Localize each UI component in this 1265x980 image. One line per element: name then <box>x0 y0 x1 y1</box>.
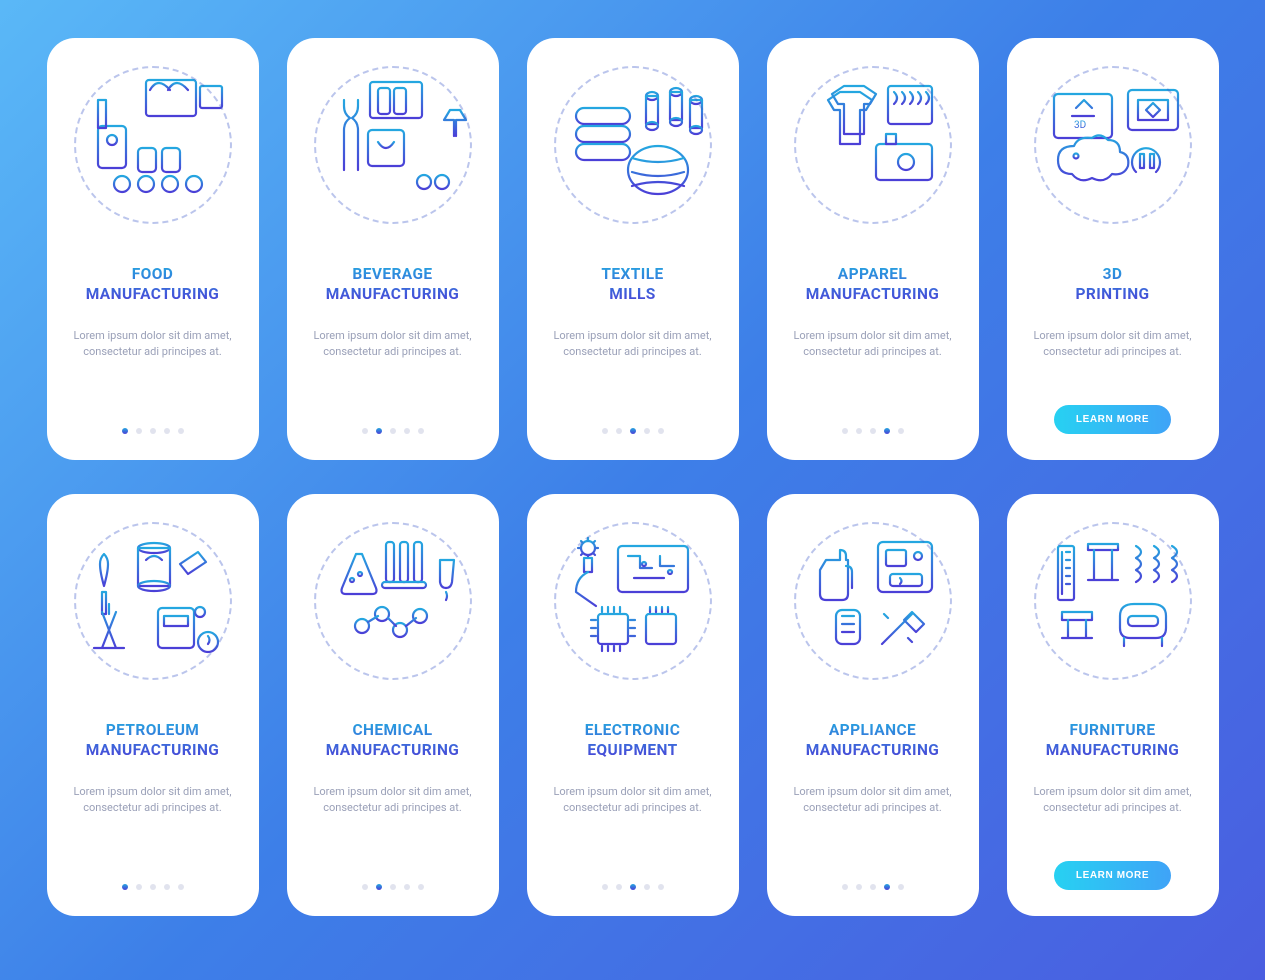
card-printing: 3D PRINTING Lorem ipsum dolor sit dim ame… <box>1007 38 1219 460</box>
card-body: Lorem ipsum dolor sit dim amet, consecte… <box>68 328 238 360</box>
progress-dots <box>122 866 184 890</box>
dot[interactable] <box>658 428 664 434</box>
card-food: FOOD MANUFACTURING Lorem ipsum dolor sit … <box>47 38 259 460</box>
card-title: APPLIANCE MANUFACTURING <box>806 720 940 760</box>
dot[interactable] <box>376 884 382 890</box>
learn-more-button[interactable]: LEARN MORE <box>1054 861 1171 890</box>
dot[interactable] <box>842 428 848 434</box>
dot[interactable] <box>842 884 848 890</box>
dot[interactable] <box>122 428 128 434</box>
dot[interactable] <box>616 884 622 890</box>
dot[interactable] <box>150 884 156 890</box>
dot[interactable] <box>870 428 876 434</box>
card-apparel: APPAREL MANUFACTURING Lorem ipsum dolor s… <box>767 38 979 460</box>
dot[interactable] <box>136 428 142 434</box>
dot[interactable] <box>898 428 904 434</box>
dot[interactable] <box>164 428 170 434</box>
progress-dots <box>122 410 184 434</box>
progress-dots <box>602 866 664 890</box>
card-title: ELECTRONIC EQUIPMENT <box>585 720 681 760</box>
card-petroleum: PETROLEUM MANUFACTURING Lorem ipsum dolor… <box>47 494 259 916</box>
card-title: APPAREL MANUFACTURING <box>806 264 940 304</box>
textile-icon <box>548 60 718 230</box>
progress-dots <box>362 410 424 434</box>
dot[interactable] <box>898 884 904 890</box>
card-body: Lorem ipsum dolor sit dim amet, consecte… <box>788 784 958 816</box>
dot[interactable] <box>630 884 636 890</box>
dot[interactable] <box>136 884 142 890</box>
card-body: Lorem ipsum dolor sit dim amet, consecte… <box>308 328 478 360</box>
electronic-icon <box>548 516 718 686</box>
dot[interactable] <box>178 884 184 890</box>
progress-dots <box>362 866 424 890</box>
card-body: Lorem ipsum dolor sit dim amet, consecte… <box>68 784 238 816</box>
dot[interactable] <box>362 428 368 434</box>
card-title: FURNITURE MANUFACTURING <box>1046 720 1180 760</box>
dot[interactable] <box>856 428 862 434</box>
card-body: Lorem ipsum dolor sit dim amet, consecte… <box>548 328 718 360</box>
card-body: Lorem ipsum dolor sit dim amet, consecte… <box>308 784 478 816</box>
furniture-icon <box>1028 516 1198 686</box>
dot[interactable] <box>164 884 170 890</box>
card-beverage: BEVERAGE MANUFACTURING Lorem ipsum dolor … <box>287 38 499 460</box>
beverage-icon <box>308 60 478 230</box>
petroleum-icon <box>68 516 238 686</box>
card-title: BEVERAGE MANUFACTURING <box>326 264 460 304</box>
card-title: PETROLEUM MANUFACTURING <box>86 720 220 760</box>
card-chemical: CHEMICAL MANUFACTURING Lorem ipsum dolor … <box>287 494 499 916</box>
card-body: Lorem ipsum dolor sit dim amet, consecte… <box>548 784 718 816</box>
dot[interactable] <box>658 884 664 890</box>
card-grid: FOOD MANUFACTURING Lorem ipsum dolor sit … <box>0 38 1265 916</box>
card-electronic: ELECTRONIC EQUIPMENT Lorem ipsum dolor si… <box>527 494 739 916</box>
card-textile: TEXTILE MILLS Lorem ipsum dolor sit dim a… <box>527 38 739 460</box>
apparel-icon <box>788 60 958 230</box>
card-body: Lorem ipsum dolor sit dim amet, consecte… <box>1028 784 1198 816</box>
learn-more-button[interactable]: LEARN MORE <box>1054 405 1171 434</box>
progress-dots <box>602 410 664 434</box>
card-body: Lorem ipsum dolor sit dim amet, consecte… <box>1028 328 1198 360</box>
dot[interactable] <box>856 884 862 890</box>
printing-icon <box>1028 60 1198 230</box>
card-title: 3D PRINTING <box>1075 264 1149 304</box>
dot[interactable] <box>884 428 890 434</box>
progress-dots <box>842 866 904 890</box>
dot[interactable] <box>404 428 410 434</box>
dot[interactable] <box>404 884 410 890</box>
card-title: FOOD MANUFACTURING <box>86 264 220 304</box>
dot[interactable] <box>418 428 424 434</box>
dot[interactable] <box>630 428 636 434</box>
dot[interactable] <box>150 428 156 434</box>
dot[interactable] <box>644 428 650 434</box>
dot[interactable] <box>644 884 650 890</box>
dot[interactable] <box>390 428 396 434</box>
dot[interactable] <box>602 884 608 890</box>
dot[interactable] <box>870 884 876 890</box>
dot[interactable] <box>602 428 608 434</box>
card-body: Lorem ipsum dolor sit dim amet, consecte… <box>788 328 958 360</box>
chemical-icon <box>308 516 478 686</box>
progress-dots <box>842 410 904 434</box>
card-title: CHEMICAL MANUFACTURING <box>326 720 460 760</box>
food-icon <box>68 60 238 230</box>
card-furniture: FURNITURE MANUFACTURING Lorem ipsum dolor… <box>1007 494 1219 916</box>
appliance-icon <box>788 516 958 686</box>
card-title: TEXTILE MILLS <box>601 264 663 304</box>
dot[interactable] <box>376 428 382 434</box>
dot[interactable] <box>122 884 128 890</box>
dot[interactable] <box>616 428 622 434</box>
dot[interactable] <box>362 884 368 890</box>
card-appliance: APPLIANCE MANUFACTURING Lorem ipsum dolor… <box>767 494 979 916</box>
dot[interactable] <box>390 884 396 890</box>
dot[interactable] <box>178 428 184 434</box>
dot[interactable] <box>884 884 890 890</box>
dot[interactable] <box>418 884 424 890</box>
